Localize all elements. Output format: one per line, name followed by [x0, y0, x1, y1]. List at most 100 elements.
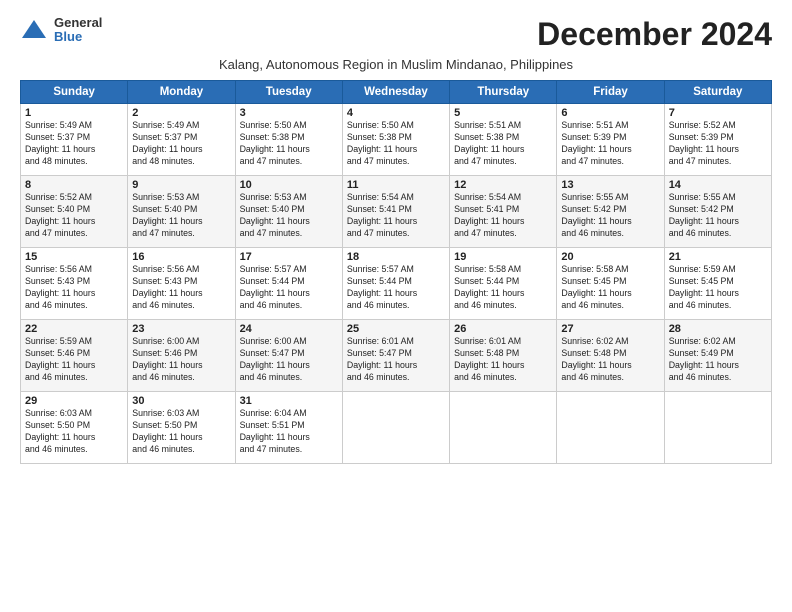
- day-info: Sunrise: 6:01 AMSunset: 5:48 PMDaylight:…: [454, 336, 552, 384]
- day-info: Sunrise: 6:03 AMSunset: 5:50 PMDaylight:…: [25, 408, 123, 456]
- calendar-cell: 5Sunrise: 5:51 AMSunset: 5:38 PMDaylight…: [450, 104, 557, 176]
- calendar-table: Sunday Monday Tuesday Wednesday Thursday…: [20, 80, 772, 464]
- day-number: 22: [25, 323, 123, 335]
- calendar-cell: 19Sunrise: 5:58 AMSunset: 5:44 PMDayligh…: [450, 248, 557, 320]
- calendar-cell: [557, 392, 664, 464]
- day-number: 16: [132, 251, 230, 263]
- header: General Blue December 2024: [20, 16, 772, 53]
- calendar-cell: 30Sunrise: 6:03 AMSunset: 5:50 PMDayligh…: [128, 392, 235, 464]
- calendar-cell: 16Sunrise: 5:56 AMSunset: 5:43 PMDayligh…: [128, 248, 235, 320]
- day-number: 10: [240, 179, 338, 191]
- day-info: Sunrise: 5:52 AMSunset: 5:39 PMDaylight:…: [669, 120, 767, 168]
- calendar-page: General Blue December 2024 Kalang, Auton…: [0, 0, 792, 612]
- calendar-cell: 9Sunrise: 5:53 AMSunset: 5:40 PMDaylight…: [128, 176, 235, 248]
- col-friday: Friday: [557, 81, 664, 104]
- day-number: 8: [25, 179, 123, 191]
- calendar-cell: 14Sunrise: 5:55 AMSunset: 5:42 PMDayligh…: [664, 176, 771, 248]
- day-number: 21: [669, 251, 767, 263]
- calendar-cell: 24Sunrise: 6:00 AMSunset: 5:47 PMDayligh…: [235, 320, 342, 392]
- calendar-week-row: 22Sunrise: 5:59 AMSunset: 5:46 PMDayligh…: [21, 320, 772, 392]
- day-info: Sunrise: 5:50 AMSunset: 5:38 PMDaylight:…: [240, 120, 338, 168]
- calendar-week-row: 1Sunrise: 5:49 AMSunset: 5:37 PMDaylight…: [21, 104, 772, 176]
- calendar-cell: 26Sunrise: 6:01 AMSunset: 5:48 PMDayligh…: [450, 320, 557, 392]
- day-info: Sunrise: 5:56 AMSunset: 5:43 PMDaylight:…: [25, 264, 123, 312]
- day-info: Sunrise: 5:54 AMSunset: 5:41 PMDaylight:…: [454, 192, 552, 240]
- day-number: 14: [669, 179, 767, 191]
- subtitle: Kalang, Autonomous Region in Muslim Mind…: [20, 57, 772, 72]
- calendar-cell: 23Sunrise: 6:00 AMSunset: 5:46 PMDayligh…: [128, 320, 235, 392]
- day-number: 26: [454, 323, 552, 335]
- calendar-cell: 12Sunrise: 5:54 AMSunset: 5:41 PMDayligh…: [450, 176, 557, 248]
- calendar-cell: 21Sunrise: 5:59 AMSunset: 5:45 PMDayligh…: [664, 248, 771, 320]
- day-number: 17: [240, 251, 338, 263]
- day-number: 3: [240, 107, 338, 119]
- day-number: 19: [454, 251, 552, 263]
- day-number: 23: [132, 323, 230, 335]
- day-number: 30: [132, 395, 230, 407]
- calendar-cell: 15Sunrise: 5:56 AMSunset: 5:43 PMDayligh…: [21, 248, 128, 320]
- header-row: Sunday Monday Tuesday Wednesday Thursday…: [21, 81, 772, 104]
- calendar-cell: 17Sunrise: 5:57 AMSunset: 5:44 PMDayligh…: [235, 248, 342, 320]
- day-info: Sunrise: 5:56 AMSunset: 5:43 PMDaylight:…: [132, 264, 230, 312]
- calendar-cell: [342, 392, 449, 464]
- day-number: 6: [561, 107, 659, 119]
- calendar-week-row: 15Sunrise: 5:56 AMSunset: 5:43 PMDayligh…: [21, 248, 772, 320]
- calendar-cell: 4Sunrise: 5:50 AMSunset: 5:38 PMDaylight…: [342, 104, 449, 176]
- day-info: Sunrise: 5:53 AMSunset: 5:40 PMDaylight:…: [132, 192, 230, 240]
- day-number: 25: [347, 323, 445, 335]
- day-number: 2: [132, 107, 230, 119]
- calendar-cell: 8Sunrise: 5:52 AMSunset: 5:40 PMDaylight…: [21, 176, 128, 248]
- day-info: Sunrise: 5:55 AMSunset: 5:42 PMDaylight:…: [669, 192, 767, 240]
- day-number: 20: [561, 251, 659, 263]
- calendar-cell: 31Sunrise: 6:04 AMSunset: 5:51 PMDayligh…: [235, 392, 342, 464]
- logo: General Blue: [20, 16, 102, 45]
- day-info: Sunrise: 5:49 AMSunset: 5:37 PMDaylight:…: [25, 120, 123, 168]
- day-info: Sunrise: 6:04 AMSunset: 5:51 PMDaylight:…: [240, 408, 338, 456]
- col-thursday: Thursday: [450, 81, 557, 104]
- day-info: Sunrise: 5:54 AMSunset: 5:41 PMDaylight:…: [347, 192, 445, 240]
- calendar-cell: 28Sunrise: 6:02 AMSunset: 5:49 PMDayligh…: [664, 320, 771, 392]
- logo-blue: Blue: [54, 30, 102, 44]
- day-info: Sunrise: 6:00 AMSunset: 5:47 PMDaylight:…: [240, 336, 338, 384]
- day-number: 7: [669, 107, 767, 119]
- day-number: 27: [561, 323, 659, 335]
- calendar-cell: [450, 392, 557, 464]
- day-number: 9: [132, 179, 230, 191]
- col-saturday: Saturday: [664, 81, 771, 104]
- calendar-cell: 20Sunrise: 5:58 AMSunset: 5:45 PMDayligh…: [557, 248, 664, 320]
- day-info: Sunrise: 5:55 AMSunset: 5:42 PMDaylight:…: [561, 192, 659, 240]
- col-wednesday: Wednesday: [342, 81, 449, 104]
- calendar-cell: 29Sunrise: 6:03 AMSunset: 5:50 PMDayligh…: [21, 392, 128, 464]
- day-info: Sunrise: 5:59 AMSunset: 5:46 PMDaylight:…: [25, 336, 123, 384]
- day-info: Sunrise: 6:00 AMSunset: 5:46 PMDaylight:…: [132, 336, 230, 384]
- day-number: 12: [454, 179, 552, 191]
- calendar-cell: 13Sunrise: 5:55 AMSunset: 5:42 PMDayligh…: [557, 176, 664, 248]
- calendar-cell: 25Sunrise: 6:01 AMSunset: 5:47 PMDayligh…: [342, 320, 449, 392]
- day-number: 24: [240, 323, 338, 335]
- day-info: Sunrise: 5:57 AMSunset: 5:44 PMDaylight:…: [347, 264, 445, 312]
- calendar-cell: 2Sunrise: 5:49 AMSunset: 5:37 PMDaylight…: [128, 104, 235, 176]
- day-info: Sunrise: 6:02 AMSunset: 5:48 PMDaylight:…: [561, 336, 659, 384]
- calendar-cell: 3Sunrise: 5:50 AMSunset: 5:38 PMDaylight…: [235, 104, 342, 176]
- calendar-cell: 7Sunrise: 5:52 AMSunset: 5:39 PMDaylight…: [664, 104, 771, 176]
- day-number: 13: [561, 179, 659, 191]
- day-info: Sunrise: 5:51 AMSunset: 5:39 PMDaylight:…: [561, 120, 659, 168]
- day-number: 29: [25, 395, 123, 407]
- calendar-week-row: 8Sunrise: 5:52 AMSunset: 5:40 PMDaylight…: [21, 176, 772, 248]
- calendar-cell: [664, 392, 771, 464]
- day-number: 15: [25, 251, 123, 263]
- day-number: 1: [25, 107, 123, 119]
- col-monday: Monday: [128, 81, 235, 104]
- col-sunday: Sunday: [21, 81, 128, 104]
- calendar-cell: 18Sunrise: 5:57 AMSunset: 5:44 PMDayligh…: [342, 248, 449, 320]
- day-info: Sunrise: 5:57 AMSunset: 5:44 PMDaylight:…: [240, 264, 338, 312]
- day-number: 4: [347, 107, 445, 119]
- day-number: 11: [347, 179, 445, 191]
- day-info: Sunrise: 5:58 AMSunset: 5:44 PMDaylight:…: [454, 264, 552, 312]
- day-number: 28: [669, 323, 767, 335]
- col-tuesday: Tuesday: [235, 81, 342, 104]
- month-title: December 2024: [537, 16, 772, 53]
- day-info: Sunrise: 5:50 AMSunset: 5:38 PMDaylight:…: [347, 120, 445, 168]
- day-info: Sunrise: 5:52 AMSunset: 5:40 PMDaylight:…: [25, 192, 123, 240]
- day-info: Sunrise: 6:01 AMSunset: 5:47 PMDaylight:…: [347, 336, 445, 384]
